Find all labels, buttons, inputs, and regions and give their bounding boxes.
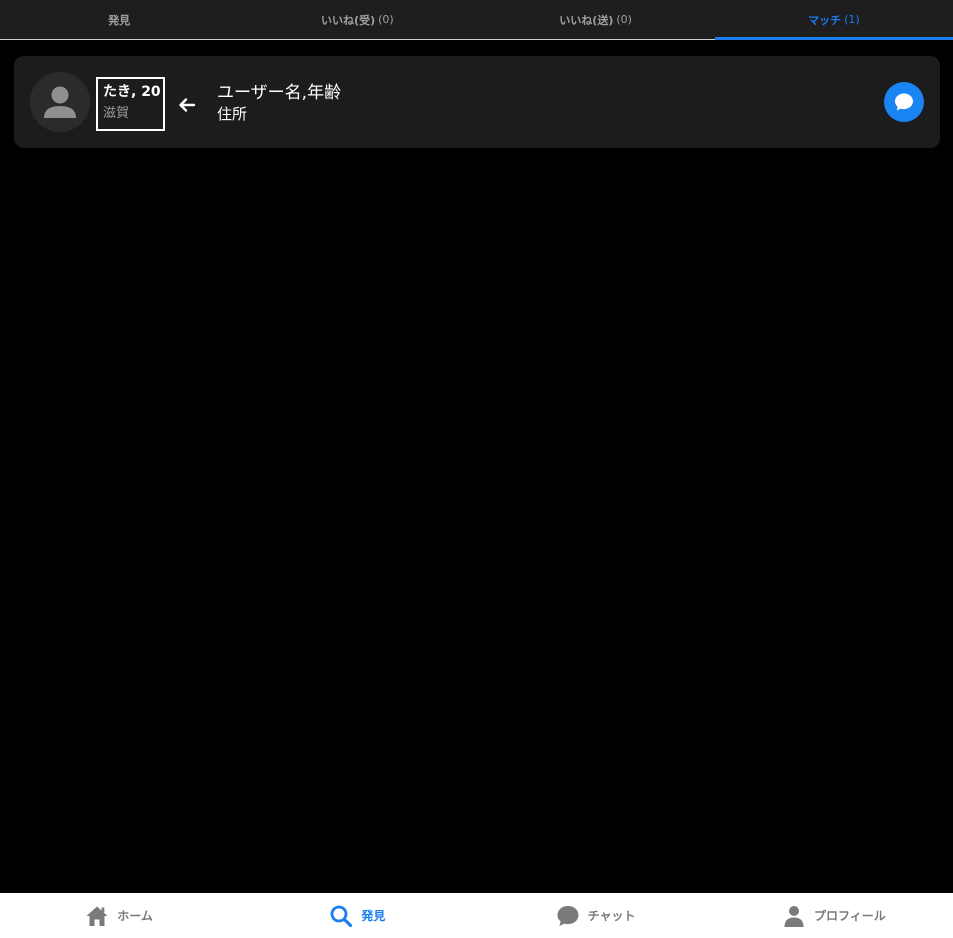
chat-button[interactable] [884,82,924,122]
person-icon [784,905,804,927]
match-card[interactable]: たき, 20 滋賀 ユーザー名,年齢 住所 [14,56,940,148]
nav-profile[interactable]: プロフィール [715,893,953,938]
nav-chat[interactable]: チャット [477,893,715,938]
name-age-box: たき, 20 滋賀 [96,77,165,131]
nav-label: チャット [587,909,636,923]
app-root: 発見 いいね(受) (0) いいね(送) (0) マッチ (1) たき, 20 … [0,0,953,938]
annotation-title: ユーザー名,年齢 [217,83,342,103]
arrow-left-icon [179,98,196,112]
chat-bubble-icon [895,93,913,111]
tab-label: いいね(受) [321,13,376,27]
annotation-subtitle: 住所 [217,105,248,123]
nav-label: プロフィール [813,909,886,923]
tab-count: (1) [844,13,860,26]
tab-label: いいね(送) [559,13,614,27]
person-icon [44,86,76,118]
nav-home[interactable]: ホーム [0,893,238,938]
top-tab-bar: 発見 いいね(受) (0) いいね(送) (0) マッチ (1) [0,0,953,40]
nav-discover[interactable]: 発見 [238,893,476,938]
avatar[interactable] [30,72,90,132]
tab-count: (0) [616,13,632,26]
chat-bubble-icon [557,905,579,926]
tab-count: (0) [378,13,394,26]
search-icon [330,905,353,927]
tab-discover[interactable]: 発見 [0,0,238,39]
tab-label: マッチ [808,13,842,27]
tab-likes-sent[interactable]: いいね(送) (0) [477,0,715,39]
user-name-age: たき, 20 [103,84,161,100]
user-prefecture: 滋賀 [103,106,130,121]
tab-likes-received[interactable]: いいね(受) (0) [238,0,476,39]
nav-label: ホーム [117,909,153,923]
bottom-nav-bar: ホーム 発見 チャット プロフィール [0,893,953,938]
tab-matches[interactable]: マッチ (1) [714,0,953,40]
home-icon [86,906,108,926]
tab-label: 発見 [108,13,131,27]
nav-label: 発見 [361,909,386,923]
